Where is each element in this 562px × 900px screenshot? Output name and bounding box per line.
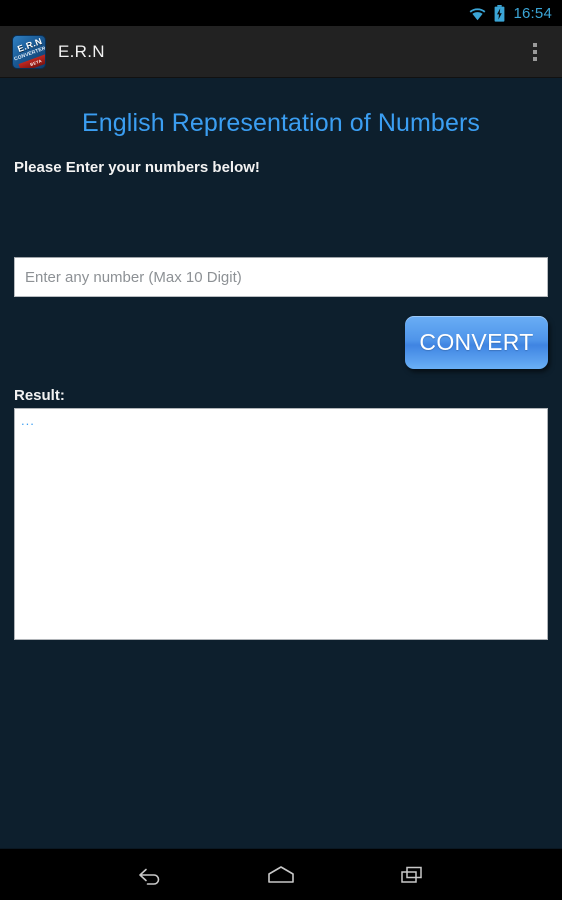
status-bar: 16:54 (0, 0, 562, 26)
status-bar-clock: 16:54 (513, 4, 552, 22)
action-bar: E.R.N CONVERTER BETA E.R.N (0, 26, 562, 78)
page-title: English Representation of Numbers (82, 109, 480, 137)
android-navigation-bar (0, 848, 562, 900)
number-input[interactable] (14, 257, 548, 297)
instruction-label: Please Enter your numbers below! (14, 159, 260, 176)
ern-converter-app-icon: E.R.N CONVERTER BETA (12, 34, 46, 69)
overflow-menu-icon[interactable] (524, 39, 546, 65)
overflow-dot (533, 56, 537, 61)
result-output-box[interactable]: ... (14, 408, 548, 640)
wifi-icon (468, 6, 494, 21)
home-icon[interactable] (257, 855, 305, 895)
convert-button[interactable]: CONVERT (405, 316, 548, 369)
result-text: ... (21, 413, 35, 428)
overflow-dot (533, 49, 537, 54)
overflow-dot (533, 42, 537, 47)
android-device-screen: 16:54 E.R.N CONVERTER BETA E.R.N English… (0, 0, 562, 900)
result-label: Result: (14, 387, 65, 404)
back-icon[interactable] (125, 855, 173, 895)
recent-apps-icon[interactable] (389, 855, 437, 895)
main-content: English Representation of Numbers Please… (0, 78, 562, 848)
app-title: E.R.N (58, 41, 105, 61)
battery-charging-icon (494, 4, 513, 22)
